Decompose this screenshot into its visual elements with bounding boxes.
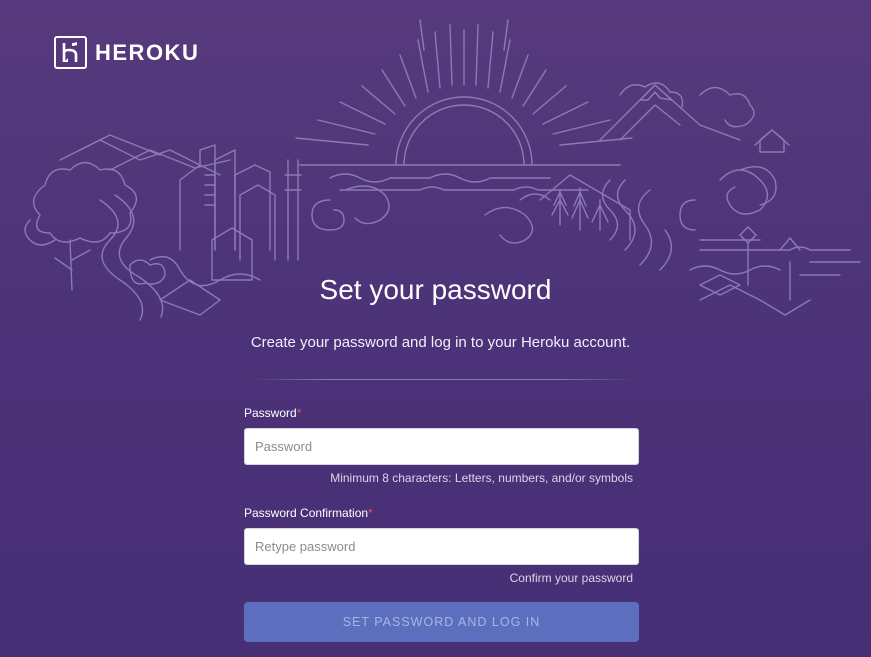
page-subtitle: Create your password and log in to your … (250, 334, 631, 351)
swirls (311, 82, 777, 244)
password-confirmation-input[interactable] (244, 528, 639, 565)
set-password-and-log-in-button[interactable]: SET PASSWORD AND LOG IN (244, 602, 639, 642)
password-hint: Minimum 8 characters: Letters, numbers, … (330, 471, 633, 485)
tree (24, 161, 138, 291)
password-group: Password* Minimum 8 characters: Letters,… (244, 405, 639, 486)
page-title: Set your password (319, 274, 552, 305)
heroku-logo[interactable]: HEROKU (54, 36, 199, 69)
city-buildings (179, 144, 302, 281)
sun (395, 96, 533, 166)
brand-name: HEROKU (95, 39, 200, 65)
password-label-text: Password (244, 406, 297, 420)
password-confirmation-label: Password Confirmation* (244, 505, 639, 521)
password-label: Password* (244, 405, 639, 421)
required-marker: * (368, 506, 373, 520)
password-confirmation-group: Password Confirmation* Confirm your pass… (244, 505, 639, 586)
password-input[interactable] (244, 428, 639, 465)
required-marker: * (296, 406, 302, 420)
sun-rays (295, 19, 633, 146)
set-password-form: Password* Minimum 8 characters: Letters,… (244, 405, 639, 642)
heroku-logo-icon (54, 36, 87, 69)
password-confirmation-label-text: Password Confirmation (244, 506, 369, 520)
password-confirmation-hint: Confirm your password (509, 571, 633, 585)
divider (250, 379, 635, 380)
